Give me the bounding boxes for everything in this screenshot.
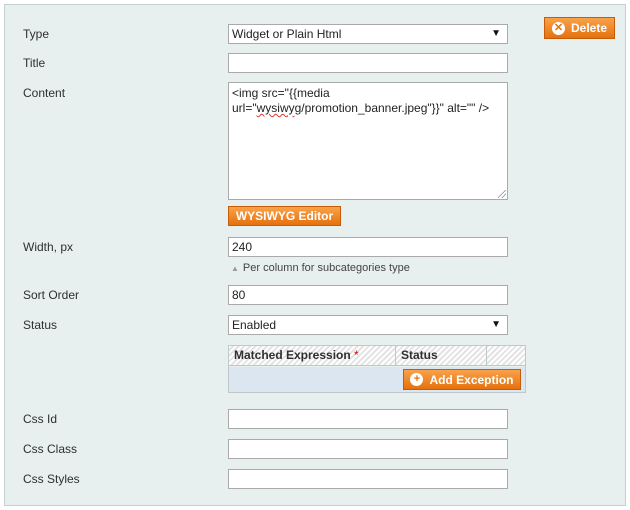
content-line-2: url="wysiwyg/promotion_banner.jpeg"}}" a… [232,101,504,116]
content-label: Content [23,86,66,100]
wysiwyg-editor-button[interactable]: WYSIWYG Editor [228,206,341,226]
width-label: Width, px [23,240,74,254]
exceptions-grid-body: + Add Exception [229,367,525,392]
content-line-2-post: /promotion_banner.jpeg"}}" alt="" /> [301,101,490,115]
dropdown-arrow-icon: ▼ [491,28,501,39]
content-line-2-pre: url=" [232,101,257,115]
wysiwyg-editor-button-label: WYSIWYG Editor [235,209,334,223]
status-select[interactable]: Enabled ▼ [228,315,508,335]
exceptions-grid: Matched Expression * Status + Add Except… [228,345,526,393]
content-line-1: <img src="{{media [232,86,330,100]
type-select-value: Widget or Plain Html [232,27,342,41]
column-matched-expression-label: Matched Expression [234,348,351,362]
sort-order-label: Sort Order [23,288,80,302]
column-status-label: Status [401,348,438,362]
add-exception-button-label: Add Exception [429,372,514,387]
content-line-2-misspelled: wysiwyg [256,101,302,115]
width-input[interactable]: 240 [228,237,508,257]
column-status: Status [395,346,486,365]
required-marker: * [354,348,359,362]
resize-handle-icon[interactable] [498,190,506,198]
css-id-label: Css Id [23,412,58,426]
title-label: Title [23,56,46,70]
css-class-label: Css Class [23,442,78,456]
dropdown-arrow-icon: ▼ [491,319,501,330]
column-matched-expression: Matched Expression * [229,346,395,365]
delete-button[interactable]: ✕ Delete [544,17,615,39]
type-select[interactable]: Widget or Plain Html ▼ [228,24,508,44]
css-styles-input[interactable] [228,469,508,489]
css-class-input[interactable] [228,439,508,459]
status-select-value: Enabled [232,318,277,332]
status-label: Status [23,318,58,332]
delete-icon: ✕ [551,21,565,35]
delete-button-label: Delete [570,21,608,35]
width-note-text: Per column for subcategories type [242,262,410,274]
column-actions [486,346,525,365]
title-input[interactable] [228,53,508,73]
note-arrow-icon: ▲ [231,264,239,273]
add-exception-button[interactable]: + Add Exception [403,369,521,390]
content-textarea[interactable]: <img src="{{media url="wysiwyg/promotion… [228,82,508,200]
exceptions-grid-header: Matched Expression * Status [229,346,525,366]
css-id-input[interactable] [228,409,508,429]
sort-order-input[interactable]: 80 [228,285,508,305]
form-panel: ✕ Delete Type Widget or Plain Html ▼ Tit… [4,4,626,506]
add-icon: + [410,373,424,386]
type-label: Type [23,27,50,41]
width-note: ▲ Per column for subcategories type [231,262,410,274]
css-styles-label: Css Styles [23,472,80,486]
